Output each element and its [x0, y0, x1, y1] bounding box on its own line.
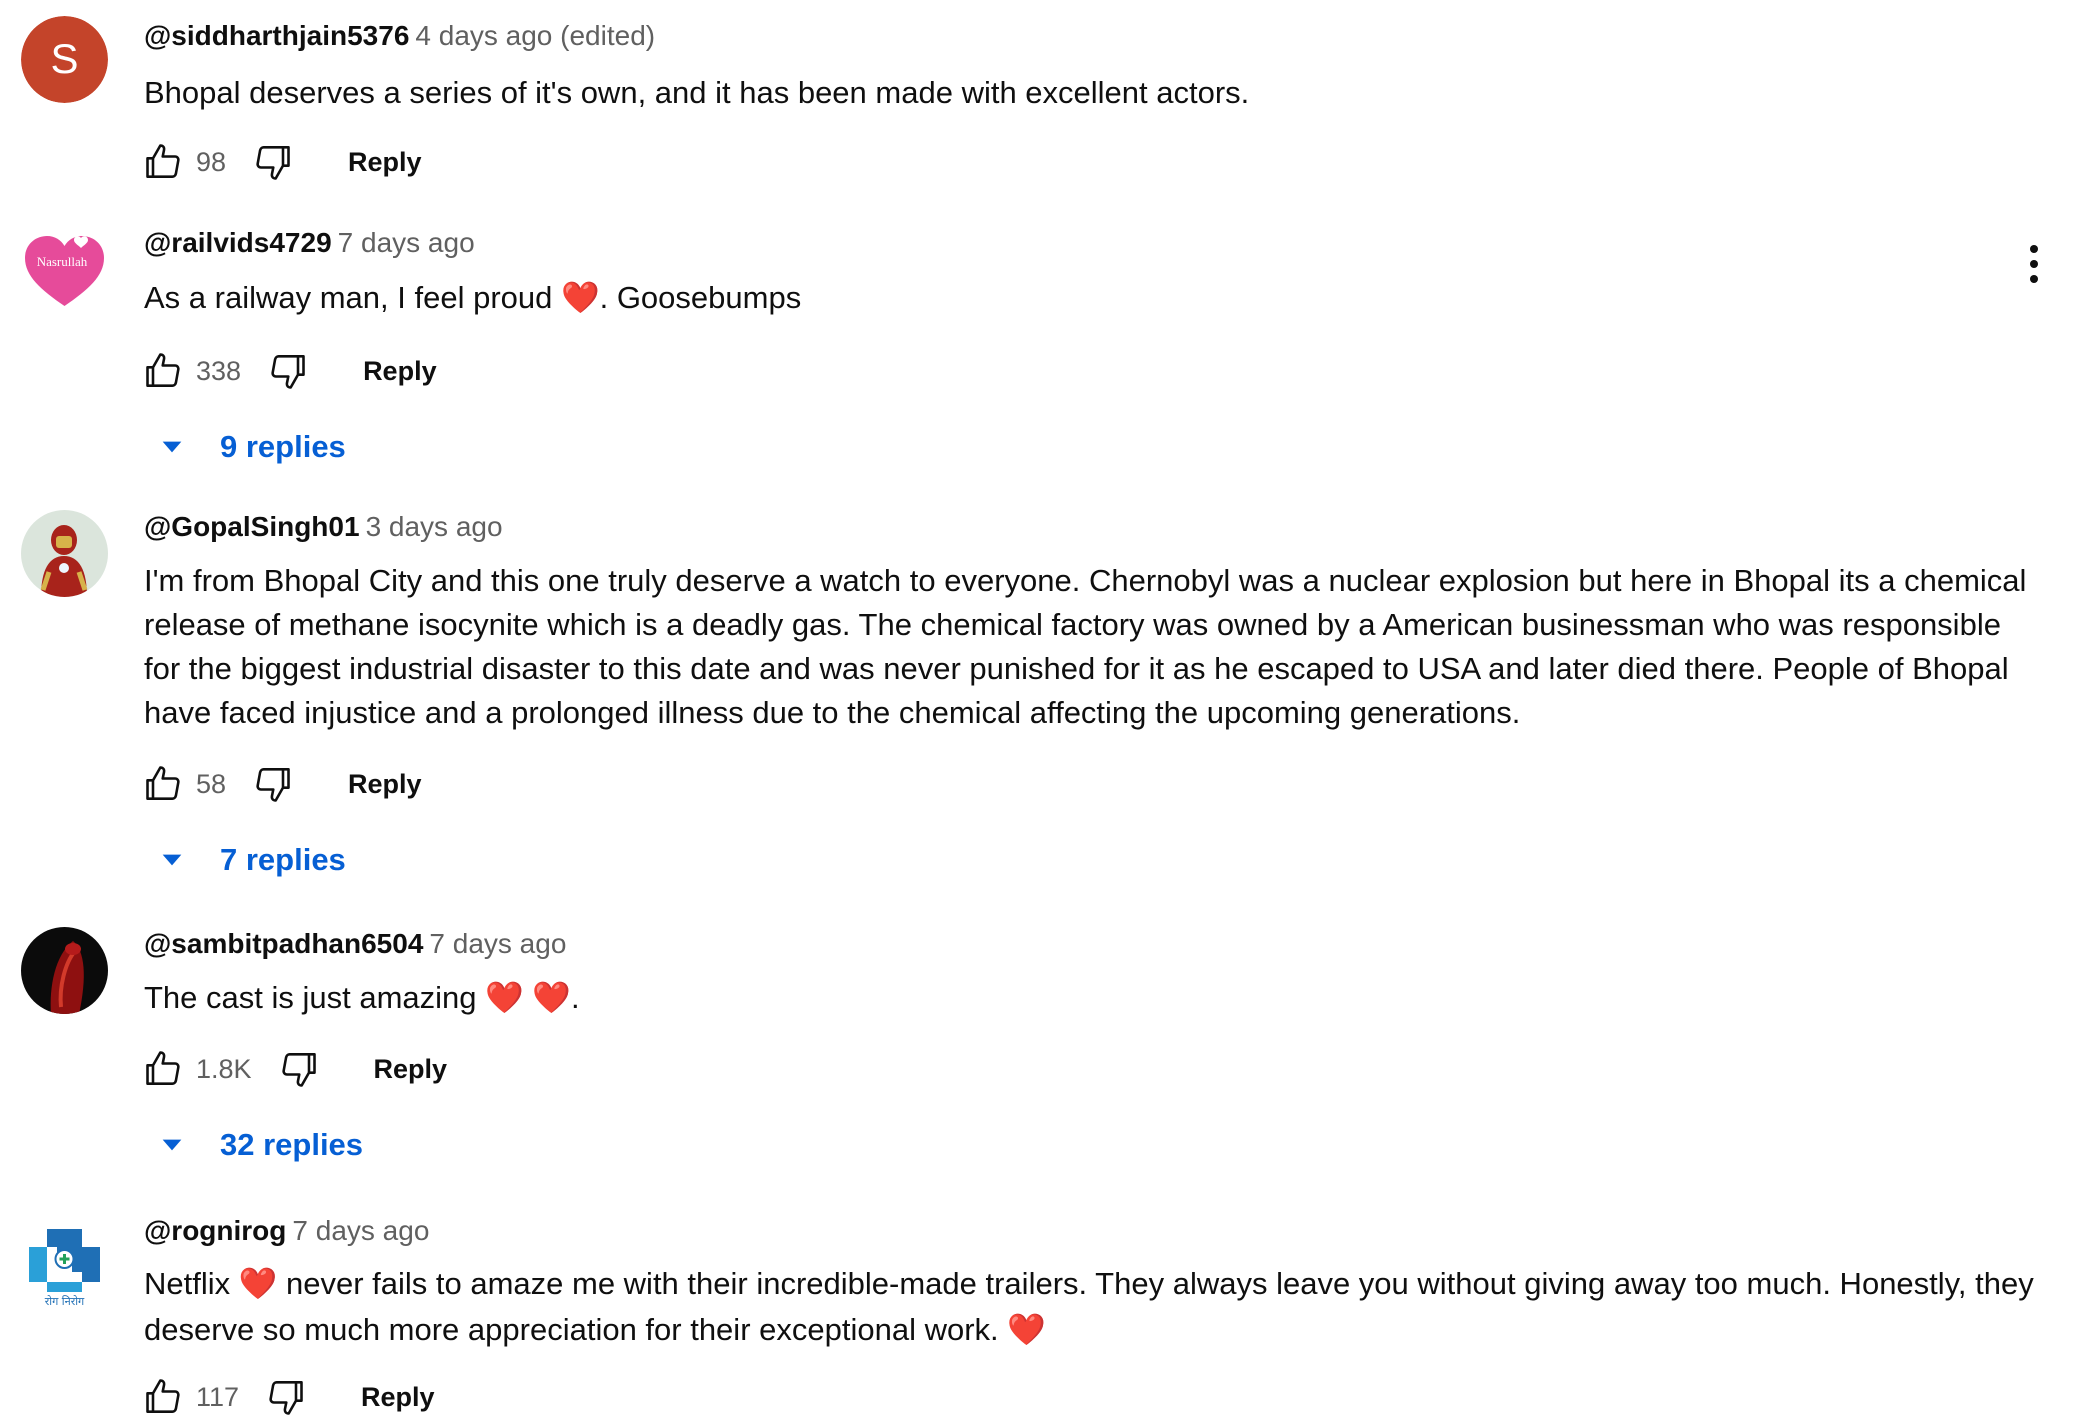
like-button[interactable]	[136, 134, 192, 190]
caret-down-icon	[162, 1139, 182, 1151]
timestamp[interactable]: 3 days ago	[366, 511, 503, 542]
comment-text-part: never fails to amaze me with their incre…	[144, 1266, 2034, 1347]
thumbs-up-icon	[146, 144, 180, 178]
heart-emoji-icon: ❤️	[560, 280, 600, 315]
thumbs-down-icon	[281, 1053, 316, 1087]
avatar-letter: S	[50, 35, 78, 82]
comment-toolbar: 1.8K Reply	[144, 1041, 2083, 1097]
thumbs-up-icon	[146, 1379, 180, 1413]
view-replies-button[interactable]: 9 replies	[144, 417, 2083, 477]
caret-down-icon	[162, 441, 182, 453]
comment-action-menu[interactable]	[2029, 244, 2069, 304]
timestamp[interactable]: 7 days ago	[292, 1215, 429, 1246]
view-replies-button[interactable]: 32 replies	[144, 1115, 2083, 1175]
like-button[interactable]	[136, 1041, 192, 1097]
comment-text-part: Netflix	[144, 1266, 239, 1301]
dislike-button[interactable]	[259, 343, 315, 399]
avatar[interactable]	[21, 927, 108, 1014]
pink-heart-avatar-icon: Nasrullah	[25, 236, 104, 306]
comment-toolbar: 58 Reply	[144, 756, 2083, 812]
like-count: 1.8K	[196, 1053, 252, 1084]
comment-text: Bhopal deserves a series of it's own, an…	[144, 75, 1250, 110]
avatar[interactable]: रोग निरोग	[21, 1221, 108, 1308]
view-replies-button[interactable]: 7 replies	[144, 830, 2083, 890]
avatar[interactable]: Nasrullah	[21, 226, 108, 313]
caret-down-icon	[162, 854, 182, 866]
thumbs-down-icon	[271, 355, 305, 389]
comment-text: Netflix ❤️ never fails to amaze me with …	[144, 1261, 2044, 1353]
comment-header: @sambitpadhan6504 7 days ago	[144, 926, 2083, 962]
vertical-ellipsis-icon	[2030, 245, 2038, 283]
dislike-button[interactable]	[270, 1041, 326, 1097]
comment-text-part: The cast is just amazing	[144, 980, 486, 1015]
heart-emoji-icon: ❤️	[238, 1266, 278, 1301]
reply-button[interactable]: Reply	[348, 147, 422, 178]
author-name[interactable]: @siddharthjain5376	[144, 20, 409, 51]
replies-count: 7 replies	[220, 842, 346, 877]
like-count: 117	[196, 1381, 240, 1412]
reply-button[interactable]: Reply	[374, 1054, 448, 1085]
reply-button[interactable]: Reply	[348, 769, 422, 800]
like-button[interactable]	[136, 1369, 192, 1420]
like-button[interactable]	[136, 343, 192, 399]
avatar-label: रोग निरोग	[45, 1295, 85, 1308]
like-count: 338	[196, 355, 242, 386]
reply-button[interactable]: Reply	[361, 1382, 435, 1413]
author-name[interactable]: @GopalSingh01	[144, 511, 360, 542]
dislike-button[interactable]	[244, 756, 300, 812]
like-count: 98	[196, 146, 227, 177]
comment-text-part: As a railway man, I feel proud	[144, 280, 561, 315]
dislike-button[interactable]	[244, 134, 300, 190]
timestamp[interactable]: 7 days ago	[338, 227, 475, 258]
comment-text-part: . Goosebumps	[599, 280, 802, 315]
comment-header: @railvids4729 7 days ago	[144, 225, 2083, 261]
thumbs-down-icon	[269, 1381, 303, 1415]
avatar-label: Nasrullah	[37, 254, 88, 269]
thumbs-up-icon	[146, 353, 180, 387]
heart-emoji-icon: ❤️	[1007, 1312, 1046, 1347]
avatar[interactable]	[21, 510, 108, 597]
thumbs-down-icon	[256, 768, 290, 802]
author-name[interactable]: @sambitpadhan6504	[144, 928, 423, 959]
comment-text: I'm from Bhopal City and this one truly …	[144, 563, 2027, 730]
dislike-button[interactable]	[257, 1369, 313, 1420]
comment-header: @GopalSingh01 3 days ago	[144, 509, 2083, 545]
comment-text-part: .	[570, 980, 580, 1015]
heart-emoji-icon: ❤️	[532, 980, 571, 1015]
like-button[interactable]	[136, 756, 192, 812]
avatar[interactable]: S	[21, 16, 108, 103]
comment-text: The cast is just amazing ❤️ ❤️.	[144, 976, 2044, 1020]
timestamp[interactable]: 7 days ago	[429, 928, 566, 959]
like-count: 58	[196, 768, 227, 799]
comment-toolbar: 98 Reply	[144, 134, 2083, 190]
thumbs-up-icon	[146, 766, 180, 800]
thumbs-down-icon	[256, 146, 290, 180]
iron-man-avatar-icon	[21, 510, 108, 597]
comment-toolbar: 117 Reply	[144, 1369, 2083, 1420]
comment-toolbar: 338 Reply	[144, 343, 2083, 399]
replies-count: 9 replies	[220, 429, 346, 464]
thumbs-up-icon	[146, 1051, 180, 1085]
replies-count: 32 replies	[220, 1127, 364, 1162]
dark-red-figure-avatar-icon	[21, 927, 108, 1014]
comment-text: As a railway man, I feel proud ❤️. Goose…	[144, 276, 2044, 320]
comment-header: @siddharthjain5376 4 days ago (edited)	[144, 18, 2083, 54]
letter-avatar-icon: S	[21, 16, 108, 103]
comments-section: S @siddharthjain5376 4 days ago (edited) …	[0, 0, 2083, 1420]
author-name[interactable]: @railvids4729	[144, 227, 332, 258]
medical-cross-logo-avatar-icon: रोग निरोग	[21, 1221, 108, 1308]
timestamp[interactable]: 4 days ago (edited)	[415, 20, 655, 51]
comment-header: @rognirog 7 days ago	[144, 1213, 2083, 1249]
author-name[interactable]: @rognirog	[144, 1215, 286, 1246]
reply-button[interactable]: Reply	[363, 356, 437, 387]
heart-emoji-icon: ❤️	[485, 980, 524, 1015]
